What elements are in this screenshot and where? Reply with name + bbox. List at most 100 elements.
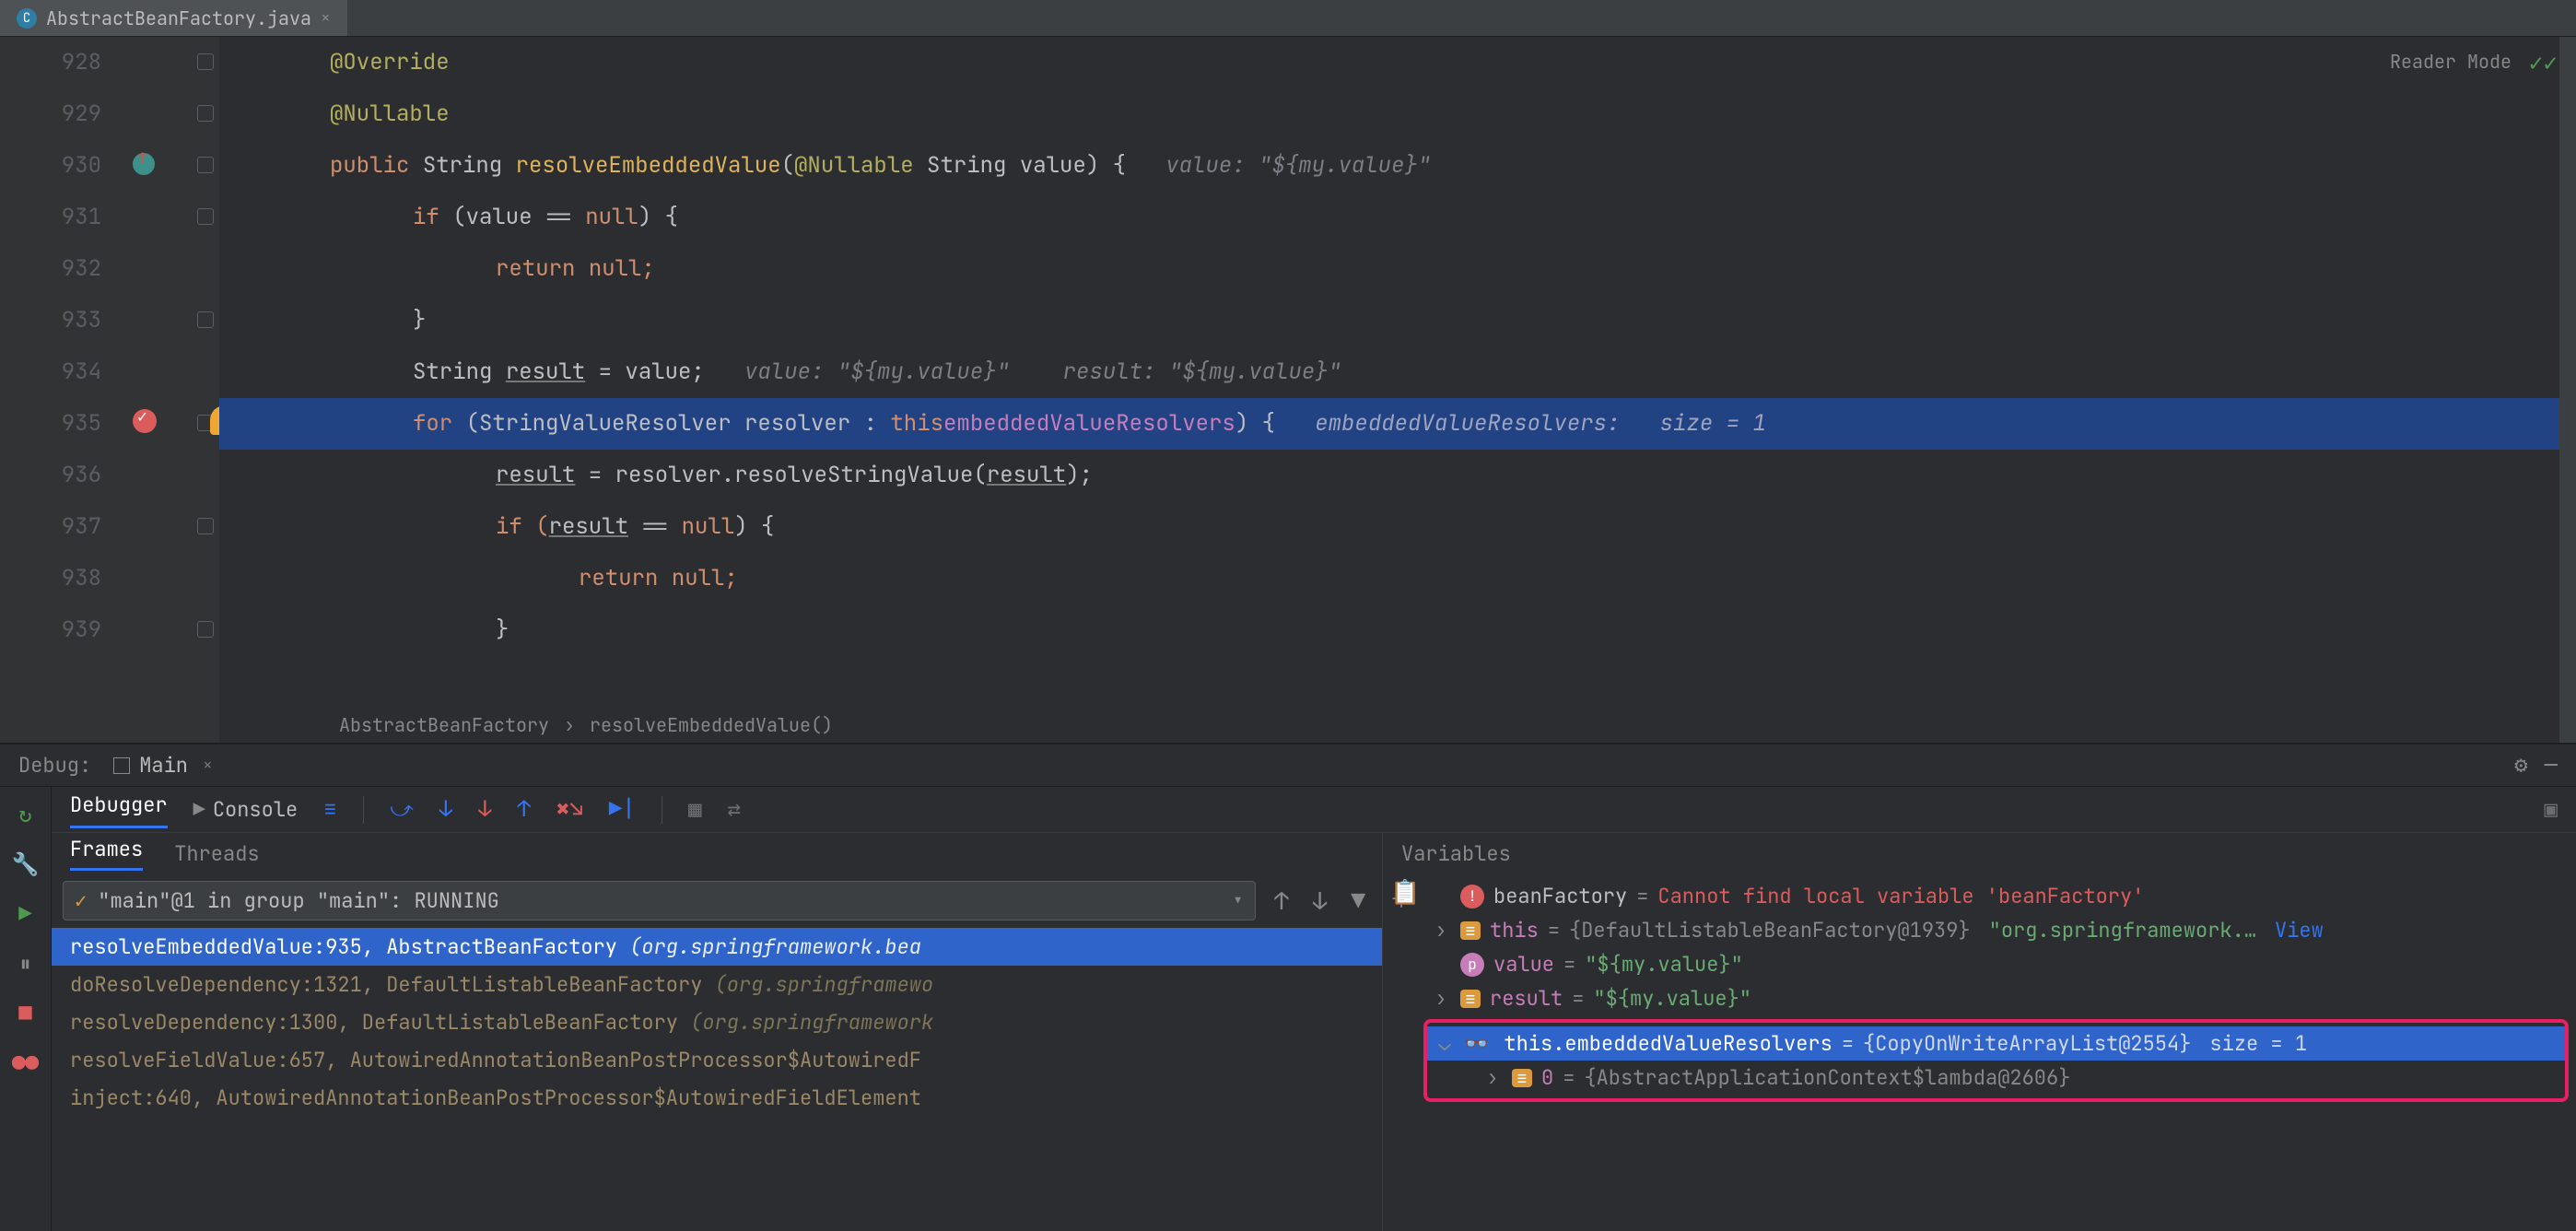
drop-frame-icon[interactable]: ✖↘ bbox=[556, 795, 583, 824]
thread-selector[interactable]: ✓ "main"@1 in group "main": RUNNING ▾ bbox=[63, 881, 1256, 920]
debug-panel: Debug: Main × ⚙ — ↻ 🔧 ▶ ⏸ ■ ●● Debugger bbox=[0, 743, 2576, 1231]
console-tab[interactable]: ▶Console bbox=[193, 796, 299, 823]
step-over-icon[interactable]: ⤻ bbox=[390, 795, 414, 824]
line-number: 936 bbox=[0, 450, 101, 501]
keyword: for bbox=[413, 398, 452, 450]
close-icon[interactable]: × bbox=[203, 755, 213, 776]
run-config-icon bbox=[113, 757, 130, 774]
fold-icon[interactable] bbox=[197, 157, 214, 173]
clipboard-icon[interactable]: 📋 bbox=[1390, 875, 1420, 908]
text: ) { bbox=[1235, 398, 1275, 450]
variables-list[interactable]: !beanFactory = Cannot find local variabl… bbox=[1423, 873, 2576, 1106]
keyword: null bbox=[682, 501, 735, 553]
text: ) { bbox=[734, 501, 774, 553]
step-out-icon[interactable]: ↑ bbox=[518, 795, 531, 824]
collapse-icon[interactable]: ⌄ bbox=[1434, 1030, 1455, 1057]
expand-icon[interactable]: › bbox=[1482, 1064, 1503, 1091]
text: = value; bbox=[585, 346, 705, 398]
fold-icon[interactable] bbox=[197, 621, 214, 638]
frame-row[interactable]: resolveEmbeddedValue:935, AbstractBeanFa… bbox=[52, 928, 1382, 966]
rerun-icon[interactable]: ↻ bbox=[13, 802, 39, 827]
view-link[interactable]: View bbox=[2275, 917, 2324, 944]
threads-tab[interactable]: Threads bbox=[174, 840, 259, 867]
variable-row[interactable]: !beanFactory = Cannot find local variabl… bbox=[1423, 879, 2576, 913]
gear-icon[interactable]: ⚙ bbox=[2514, 751, 2527, 780]
fold-icon[interactable] bbox=[197, 311, 214, 328]
debugger-tab[interactable]: Debugger bbox=[70, 791, 168, 828]
variable: result bbox=[549, 501, 628, 553]
reader-mode-label[interactable]: Reader Mode bbox=[2390, 50, 2512, 74]
breadcrumb[interactable]: AbstractBeanFactory › resolveEmbeddedVal… bbox=[339, 708, 833, 743]
inspection-ok-icon[interactable]: ✓✓ bbox=[2529, 46, 2558, 78]
frame-row[interactable]: inject:640, AutowiredAnnotationBeanPostP… bbox=[52, 1079, 1382, 1117]
editor: 928 929 930 931 932 933 934 935 936 937 … bbox=[0, 37, 2576, 743]
error-stripe[interactable] bbox=[2559, 37, 2576, 743]
annotation: @Override bbox=[330, 37, 450, 88]
evaluate-icon[interactable]: ▦ bbox=[688, 795, 701, 824]
breadcrumb-class[interactable]: AbstractBeanFactory bbox=[339, 699, 549, 743]
keyword: if bbox=[413, 192, 439, 243]
breakpoint-icon[interactable] bbox=[133, 409, 157, 433]
text: (value == bbox=[439, 192, 585, 243]
pause-icon[interactable]: ⏸ bbox=[13, 951, 39, 977]
file-tab[interactable]: C AbstractBeanFactory.java × bbox=[0, 0, 347, 36]
stop-icon[interactable]: ■ bbox=[13, 1001, 39, 1026]
resume-icon[interactable]: ▶ bbox=[13, 901, 39, 927]
debug-label: Debug: bbox=[18, 752, 91, 779]
step-into-icon[interactable]: ↓ bbox=[439, 795, 452, 824]
fold-icon[interactable] bbox=[197, 518, 214, 534]
fold-icon[interactable] bbox=[197, 208, 214, 225]
field: embeddedValueResolvers bbox=[943, 398, 1235, 450]
variable-row[interactable]: ›≡this = {DefaultListableBeanFactory@193… bbox=[1423, 913, 2576, 947]
expand-icon[interactable]: › bbox=[1431, 917, 1451, 944]
obj-icon: ≡ bbox=[1460, 990, 1481, 1008]
trace-icon[interactable]: ⇄ bbox=[728, 795, 741, 824]
text: } bbox=[496, 604, 509, 656]
frames-list[interactable]: resolveEmbeddedValue:935, AbstractBeanFa… bbox=[52, 928, 1382, 1231]
debug-config-tab[interactable]: Main × bbox=[108, 752, 218, 779]
keyword: this bbox=[890, 398, 943, 450]
next-frame-icon[interactable]: ↓ bbox=[1307, 885, 1333, 917]
minimize-icon[interactable]: — bbox=[2545, 751, 2558, 780]
threads-icon[interactable]: ≡ bbox=[323, 795, 336, 824]
debug-toolbar: Debugger ▶Console ≡ ⤻ ↓ ↓ ↑ ✖↘ ▶| ▦ ⇄ ▣ bbox=[52, 787, 2576, 833]
inlay-hint: value: "${my.value}" bbox=[744, 346, 1010, 398]
watch-icon: 👓 bbox=[1464, 1030, 1489, 1057]
play-icon: ▶ bbox=[193, 796, 205, 823]
inlay-hint: value: "${my.value}" bbox=[1165, 140, 1431, 192]
variable-row[interactable]: pvalue = "${my.value}" bbox=[1423, 947, 2576, 981]
frame-row[interactable]: resolveFieldValue:657, AutowiredAnnotati… bbox=[52, 1041, 1382, 1079]
param-icon: p bbox=[1460, 953, 1484, 977]
text: = resolver.resolveStringValue( bbox=[575, 450, 986, 501]
prev-frame-icon[interactable]: ↑ bbox=[1269, 885, 1294, 917]
breadcrumb-method[interactable]: resolveEmbeddedValue() bbox=[590, 699, 833, 743]
variable-row[interactable]: ›≡0 = {AbstractApplicationContext$lambda… bbox=[1427, 1061, 2565, 1095]
fold-icon[interactable] bbox=[197, 105, 214, 122]
error-icon: ! bbox=[1460, 885, 1484, 909]
view-breakpoints-icon[interactable]: ●● bbox=[13, 1050, 39, 1076]
variable-row[interactable]: ⌄👓this.embeddedValueResolvers = {CopyOnW… bbox=[1427, 1026, 2565, 1061]
layout-icon[interactable]: ▣ bbox=[2545, 795, 2558, 824]
variable-row[interactable]: ›≡result = "${my.value}" bbox=[1423, 981, 2576, 1015]
fold-icon[interactable] bbox=[197, 53, 214, 70]
text: (StringValueResolver resolver : bbox=[452, 398, 890, 450]
wrench-icon[interactable]: 🔧 bbox=[13, 851, 39, 877]
line-number: 929 bbox=[0, 88, 101, 140]
close-icon[interactable]: × bbox=[321, 7, 331, 29]
force-step-into-icon[interactable]: ↓ bbox=[478, 795, 491, 824]
keyword: public bbox=[330, 140, 409, 192]
run-to-cursor-icon[interactable]: ▶| bbox=[609, 795, 636, 824]
type: String bbox=[927, 140, 1006, 192]
keyword: null; bbox=[672, 553, 738, 604]
filter-icon[interactable]: ▼ bbox=[1345, 885, 1371, 917]
current-execution-line: for (StringValueResolver resolver : this… bbox=[219, 398, 2576, 450]
frame-row[interactable]: resolveDependency:1300, DefaultListableB… bbox=[52, 1003, 1382, 1041]
inlay-hint: size = 1 bbox=[1660, 398, 1766, 450]
frame-row[interactable]: doResolveDependency:1321, DefaultListabl… bbox=[52, 966, 1382, 1003]
override-icon[interactable] bbox=[133, 153, 155, 175]
line-number: 931 bbox=[0, 192, 101, 243]
variable: result bbox=[506, 346, 585, 398]
text: } bbox=[413, 295, 426, 346]
frames-tab[interactable]: Frames bbox=[70, 836, 143, 871]
code-area[interactable]: @Override @Nullable public String resolv… bbox=[219, 37, 2576, 743]
